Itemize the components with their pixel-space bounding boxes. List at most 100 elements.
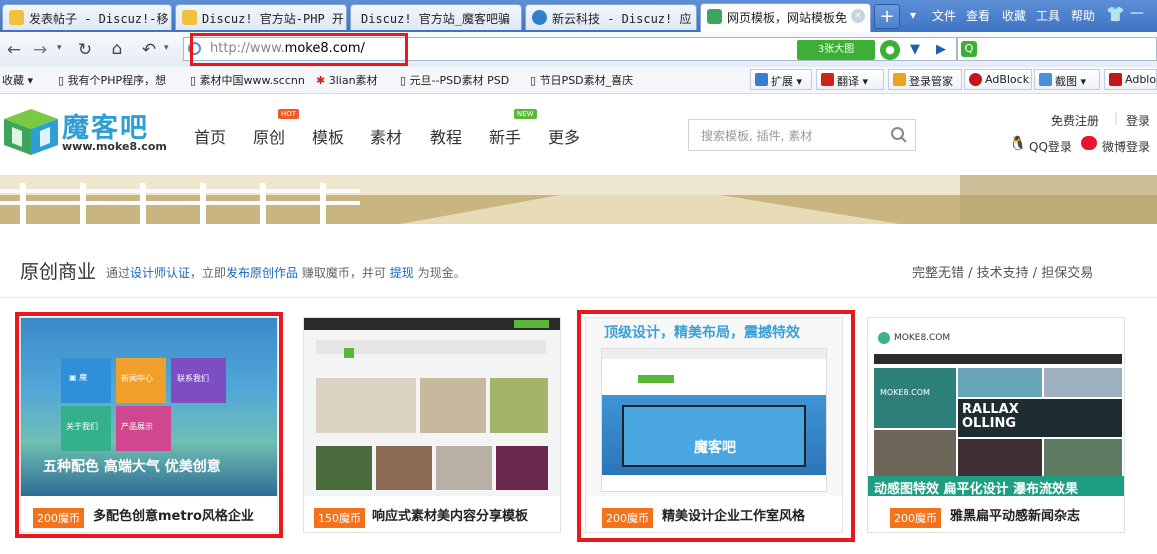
menu-tools[interactable]: 工具: [1036, 7, 1060, 24]
forward-arrow-icon[interactable]: →: [30, 40, 50, 60]
card-title[interactable]: 响应式素材美内容分享模板: [372, 505, 528, 524]
toolbar-label: 翻译: [837, 75, 859, 88]
bookmark-label: 素材中国www.sccnn: [199, 74, 305, 87]
key-icon: [893, 73, 906, 86]
adblock-button[interactable]: AdBlock: [964, 69, 1032, 90]
nav-templates[interactable]: 模板: [312, 124, 344, 148]
publish-work-link[interactable]: 发布原创作品: [226, 266, 298, 280]
menu-help[interactable]: 帮助: [1071, 7, 1095, 24]
bookmark-1[interactable]: ▯ 我有个PHP程序，想: [58, 72, 166, 88]
mockup-brand: MOKE8.COM: [894, 333, 951, 343]
template-card[interactable]: MOKE8.COM MOKE8.COM RALLAX OLLING 动感图特效 …: [867, 317, 1125, 533]
nav-more[interactable]: 更多: [548, 124, 580, 148]
weibo-login-link[interactable]: 微博登录: [1102, 138, 1150, 155]
page-icon: ▯: [530, 74, 537, 87]
hero-banner[interactable]: [0, 175, 1157, 224]
card-title[interactable]: 雅黑扁平动感新闻杂志: [950, 505, 1080, 524]
browser-search-box[interactable]: [957, 37, 1157, 61]
qq-penguin-icon[interactable]: 🐧: [1009, 136, 1026, 152]
tab-label: 发表帖子 - Discuz!-移: [29, 12, 169, 26]
nav-tutorials[interactable]: 教程: [430, 124, 462, 148]
browser-tab-4[interactable]: 新云科技 - Discuz! 应: [525, 4, 697, 30]
extensions-button[interactable]: 扩展 ▾: [750, 69, 812, 90]
close-tab-icon[interactable]: ✕: [851, 9, 865, 23]
translate-icon: [821, 73, 834, 86]
template-block: [420, 378, 486, 433]
toolbar-label: AdBlock: [985, 73, 1030, 86]
green-circle-icon[interactable]: ●: [880, 40, 900, 60]
browser-tab-2[interactable]: Discuz! 官方站-PHP 开: [175, 4, 347, 30]
history-dropdown-icon[interactable]: ▾: [57, 43, 62, 53]
card-thumbnail[interactable]: MOKE8.COM MOKE8.COM RALLAX OLLING 动感图特效 …: [868, 318, 1124, 496]
dropdown-arrow-icon[interactable]: ▾: [910, 8, 924, 22]
mockup-tile: [874, 430, 956, 476]
toolbar-label: 扩展: [771, 75, 793, 88]
menu-view[interactable]: 查看: [966, 7, 990, 24]
bookmark-5[interactable]: ▯ 节日PSD素材_喜庆: [530, 72, 633, 88]
nav-original[interactable]: 原创: [253, 124, 285, 148]
browser-tab-3[interactable]: Discuz! 官方站_魔客吧骗: [350, 4, 522, 30]
template-block: [316, 446, 372, 490]
bookmark-favorites[interactable]: 收藏 ▾: [2, 72, 33, 88]
login-manager-button[interactable]: 登录管家: [888, 69, 962, 90]
bookmark-3[interactable]: ✱ 3lian素材: [316, 72, 378, 88]
screenshot-tool-button[interactable]: 截图 ▾: [1034, 69, 1100, 90]
section-divider: [0, 297, 1157, 298]
mockup-nav: [874, 354, 1122, 364]
browser-tab-1[interactable]: 发表帖子 - Discuz!-移: [2, 4, 172, 30]
tab-label: Discuz! 官方站-PHP 开: [202, 12, 344, 26]
moke8-logo-icon[interactable]: [2, 107, 60, 157]
back-arrow-icon[interactable]: ←: [4, 40, 24, 60]
chevron-down-icon[interactable]: ▼: [904, 40, 926, 60]
new-tab-button[interactable]: +: [874, 4, 900, 29]
register-link[interactable]: 免费注册: [1051, 112, 1099, 129]
section-subtitle: 通过设计师认证，立即发布原创作品 赚取魔币，并可 提现 为现金。: [106, 264, 466, 281]
page-icon: ▯: [58, 74, 65, 87]
highlight-box: [577, 310, 855, 542]
translate-button[interactable]: 翻译 ▾: [816, 69, 884, 90]
minimize-icon[interactable]: —: [1130, 5, 1144, 21]
qq-login-link[interactable]: QQ登录: [1029, 138, 1072, 155]
scissors-icon: [1039, 73, 1052, 86]
mockup-tile: [1044, 439, 1122, 476]
undo-dropdown-icon[interactable]: ▾: [164, 43, 169, 53]
weibo-icon[interactable]: [1081, 136, 1097, 150]
browser-tab-5-active[interactable]: 网页模板，网站模板免 ✕: [700, 3, 871, 32]
login-link[interactable]: 登录: [1126, 112, 1150, 129]
section-title: 原创商业: [20, 261, 97, 283]
nav-materials[interactable]: 素材: [370, 124, 402, 148]
menu-favorites[interactable]: 收藏: [1002, 7, 1026, 24]
template-card[interactable]: 150魔币 响应式素材美内容分享模板: [303, 317, 561, 533]
subtitle-text: ，立即: [190, 266, 227, 280]
xinyun-icon: [532, 10, 547, 25]
mockup-tile: RALLAX OLLING: [958, 399, 1122, 437]
search-engine-icon[interactable]: Q: [961, 41, 977, 57]
page-icon: ▯: [190, 74, 197, 87]
bookmark-2[interactable]: ▯ 素材中国www.sccnn: [190, 72, 305, 88]
adblock-icon: [969, 73, 982, 86]
nav-home[interactable]: 首页: [194, 124, 226, 148]
designer-cert-link[interactable]: 设计师认证: [130, 266, 190, 280]
tab-label: Discuz! 官方站_魔客吧骗: [361, 12, 511, 26]
menu-file[interactable]: 文件: [932, 7, 956, 24]
undo-icon[interactable]: ↶: [139, 40, 159, 60]
card-thumbnail[interactable]: [304, 318, 560, 496]
moke8-mini-logo-icon: [878, 332, 890, 344]
mockup-tile: MOKE8.COM: [874, 368, 956, 428]
screenshot-big-image-button[interactable]: 3张大图: [797, 40, 875, 60]
bookmark-label: 元旦--PSD素材 PSD: [409, 74, 510, 87]
divider: |: [1114, 111, 1119, 125]
refresh-icon[interactable]: ↻: [75, 40, 95, 60]
search-icon[interactable]: [890, 126, 908, 144]
home-icon[interactable]: ⌂: [107, 39, 127, 59]
template-block: [490, 378, 548, 433]
skin-shirt-icon[interactable]: 👕: [1106, 5, 1125, 23]
withdraw-link[interactable]: 提现: [390, 266, 414, 280]
bookmark-4[interactable]: ▯ 元旦--PSD素材 PSD: [400, 72, 509, 88]
go-arrow-icon[interactable]: ▶: [930, 40, 952, 60]
subtitle-text: 为现金。: [417, 266, 466, 280]
nav-beginner[interactable]: 新手: [489, 124, 521, 148]
adblock-plus-button[interactable]: Adblo: [1104, 69, 1157, 90]
address-highlight-box: [190, 33, 408, 66]
page-icon: ▯: [400, 74, 407, 87]
